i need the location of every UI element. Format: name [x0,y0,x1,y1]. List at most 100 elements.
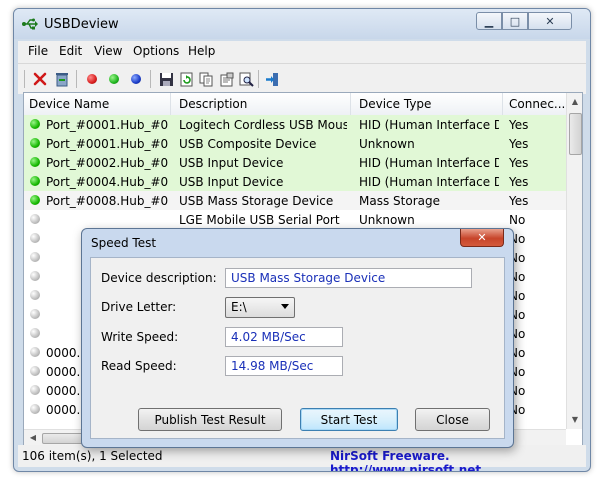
close-icon: ✕ [545,14,555,28]
publish-button-label: Publish Test Result [154,412,266,427]
column-device-type[interactable]: Device Type [359,97,431,111]
properties-icon [220,72,233,86]
cell-conn: Yes [509,137,529,151]
menu-edit[interactable]: Edit [59,44,82,58]
maximize-button[interactable]: □ [502,12,528,30]
drive-letter-label: Drive Letter: [101,300,177,314]
title-bar[interactable]: USBDeview ▁ □ ✕ [14,9,590,39]
scroll-up-icon[interactable]: ▲ [570,97,580,107]
blue-action-button[interactable] [128,71,144,87]
cell-desc: USB Input Device [179,156,284,170]
refresh-button[interactable] [178,71,194,87]
read-speed-field[interactable]: 14.98 MB/Sec [225,356,343,376]
device-description-field[interactable]: USB Mass Storage Device [225,268,472,288]
cell-desc: USB Input Device [179,175,284,189]
disconnected-status-icon [30,271,40,281]
cell-desc: LGE Mobile USB Serial Port [179,213,340,227]
cell-desc: USB Composite Device [179,137,317,151]
toolbar [18,63,586,94]
cell-conn: No [509,213,526,227]
disconnected-status-icon [30,252,40,262]
usb-app-icon [22,18,38,30]
find-button[interactable] [238,71,254,87]
column-divider[interactable] [170,93,171,115]
cell-type: HID (Human Interface D... [359,175,499,189]
properties-button[interactable] [218,71,234,87]
column-description[interactable]: Description [179,97,247,111]
disconnected-status-icon [30,233,40,243]
table-row[interactable]: Port_#0004.Hub_#0006 USB Input Device HID … [24,172,566,191]
disconnected-status-icon [30,404,40,414]
table-row[interactable]: Port_#0008.Hub_#0004 USB Mass Storage Dev… [24,191,566,210]
copy-button[interactable] [198,71,214,87]
exit-icon [265,72,278,86]
disconnected-status-icon [30,309,40,319]
minimize-button[interactable]: ▁ [476,12,502,30]
close-window-button[interactable]: ✕ [528,12,572,30]
table-row[interactable]: Port_#0001.Hub_#0004 Logitech Cordless US… [24,115,566,134]
dialog-title: Speed Test [91,236,157,250]
publish-test-result-button[interactable]: Publish Test Result [138,408,282,431]
vertical-scrollbar[interactable]: ▲ ▼ [566,93,582,429]
column-divider[interactable] [502,93,503,115]
table-row[interactable]: Port_#0001.Hub_#0006 USB Composite Device… [24,134,566,153]
toolbar-separator [76,70,77,88]
menu-help[interactable]: Help [188,44,215,58]
close-button-label: Close [436,412,469,427]
red-action-button[interactable] [84,71,100,87]
cell-conn: Yes [509,175,529,189]
cell-type: HID (Human Interface D... [359,118,499,132]
status-bar: 106 item(s), 1 Selected NirSoft Freeware… [18,445,586,471]
green-action-button[interactable] [106,71,122,87]
save-button[interactable] [158,71,174,87]
table-row[interactable]: LGE Mobile USB Serial Port Unknown No [24,210,566,229]
cell-conn: Yes [509,156,529,170]
menu-file[interactable]: File [28,44,48,58]
write-speed-field[interactable]: 4.02 MB/Sec [225,327,343,347]
drive-letter-value: E:\ [231,300,247,314]
blue-dot-icon [131,74,141,84]
connected-status-icon [30,119,40,129]
disconnected-status-icon [30,328,40,338]
vertical-scroll-thumb[interactable] [569,113,582,155]
column-divider[interactable] [350,93,351,115]
start-test-button[interactable]: Start Test [300,408,398,431]
drive-letter-select[interactable]: E:\ [225,297,295,318]
copy-icon [199,72,212,86]
disconnect-icon [33,72,47,86]
disconnected-status-icon [30,347,40,357]
cell-type: Unknown [359,213,415,227]
cell-desc: Logitech Cordless USB Mouse [179,118,347,132]
speed-test-dialog: Speed Test ✕ Device description: USB Mas… [81,228,514,448]
green-dot-icon [109,74,119,84]
close-dialog-button[interactable]: Close [415,408,490,431]
cell-conn: No [509,308,526,322]
connected-status-icon [30,138,40,148]
cell-name: Port_#0001.Hub_#0004 [46,118,168,132]
scroll-down-icon[interactable]: ▼ [570,415,580,425]
nirsoft-link[interactable]: NirSoft Freeware. http://www.nirsoft.net [330,449,586,471]
exit-button[interactable] [264,71,280,87]
menu-view[interactable]: View [94,44,122,58]
scroll-left-icon[interactable]: ◀ [28,433,38,443]
cell-conn: No [509,365,526,379]
cell-name: Port_#0008.Hub_#0004 [46,194,168,208]
chevron-down-icon [281,304,289,309]
cell-conn: No [509,327,526,341]
refresh-icon [180,72,192,86]
column-connected[interactable]: Connec... [509,97,565,111]
toolbar-separator [258,70,259,88]
close-icon: ✕ [477,231,487,244]
table-row[interactable]: Port_#0002.Hub_#0003 USB Input Device HID … [24,153,566,172]
status-item-count: 106 item(s), 1 Selected [22,449,163,463]
dialog-close-button[interactable]: ✕ [460,229,504,247]
disconnect-button[interactable] [32,71,48,87]
cell-conn: Yes [509,118,529,132]
list-header: Device Name Description Device Type Conn… [24,93,566,116]
minimize-icon: ▁ [484,14,494,28]
column-device-name[interactable]: Device Name [29,97,109,111]
connected-status-icon [30,157,40,167]
uninstall-button[interactable] [54,71,70,87]
disconnected-status-icon [30,214,40,224]
menu-options[interactable]: Options [133,44,179,58]
